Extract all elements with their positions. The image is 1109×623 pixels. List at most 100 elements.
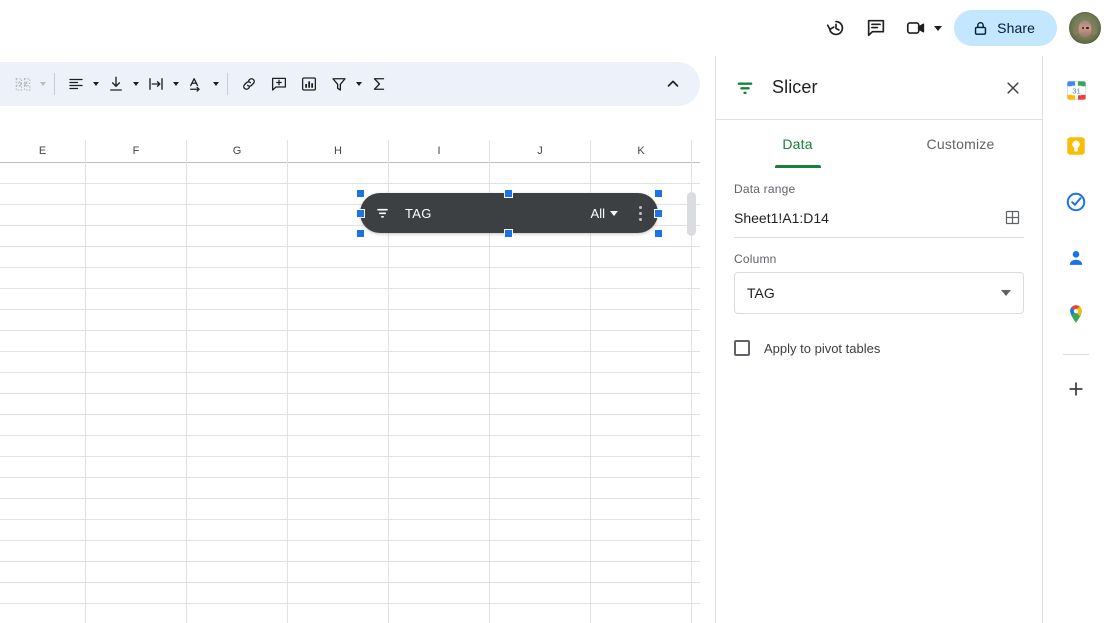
grid-cell[interactable] xyxy=(86,457,187,478)
grid-row[interactable] xyxy=(0,604,700,623)
grid-cell[interactable] xyxy=(389,352,490,373)
grid-cell[interactable] xyxy=(187,268,288,289)
grid-cell[interactable] xyxy=(0,247,86,268)
grid-cell[interactable] xyxy=(187,352,288,373)
grid-cell[interactable] xyxy=(591,520,692,541)
grid-cell[interactable] xyxy=(591,373,692,394)
grid-cell[interactable] xyxy=(187,520,288,541)
grid-cell[interactable] xyxy=(490,163,591,184)
grid-cell[interactable] xyxy=(0,289,86,310)
grid-cell[interactable] xyxy=(0,310,86,331)
grid-cell[interactable] xyxy=(86,289,187,310)
grid-cell[interactable] xyxy=(389,436,490,457)
grid-row[interactable] xyxy=(0,163,700,184)
grid-cell[interactable] xyxy=(591,415,692,436)
grid-cell[interactable] xyxy=(187,415,288,436)
select-data-range-button[interactable] xyxy=(1000,206,1024,230)
create-filter-button[interactable] xyxy=(324,69,354,99)
grid-cell[interactable] xyxy=(86,247,187,268)
grid-cell[interactable] xyxy=(0,268,86,289)
rail-item-google-keep[interactable] xyxy=(1056,126,1096,166)
grid-cell[interactable] xyxy=(490,331,591,352)
grid-cell[interactable] xyxy=(591,436,692,457)
grid-row[interactable] xyxy=(0,520,700,541)
grid-cell[interactable] xyxy=(86,436,187,457)
grid-cell[interactable] xyxy=(86,373,187,394)
grid-cell[interactable] xyxy=(86,163,187,184)
grid-cell[interactable] xyxy=(389,373,490,394)
grid-cell[interactable] xyxy=(86,499,187,520)
rail-item-google-contacts[interactable] xyxy=(1056,238,1096,278)
grid-cell[interactable] xyxy=(187,373,288,394)
comments-button[interactable] xyxy=(856,8,896,48)
slicer-widget[interactable]: TAG All xyxy=(360,193,658,233)
grid-cell[interactable] xyxy=(0,604,86,623)
grid-cell[interactable] xyxy=(490,268,591,289)
vertical-scrollbar[interactable] xyxy=(687,192,696,236)
grid-cell[interactable] xyxy=(187,436,288,457)
grid-cell[interactable] xyxy=(389,394,490,415)
resize-handle-middle-left[interactable] xyxy=(356,209,365,218)
grid-cell[interactable] xyxy=(389,415,490,436)
grid-cell[interactable] xyxy=(591,331,692,352)
grid-cell[interactable] xyxy=(490,436,591,457)
grid-cell[interactable] xyxy=(187,478,288,499)
video-call-chevron-down-icon[interactable] xyxy=(934,26,942,31)
column-header-J[interactable]: J xyxy=(490,140,591,163)
grid-cell[interactable] xyxy=(86,205,187,226)
grid-cell[interactable] xyxy=(591,247,692,268)
close-panel-button[interactable] xyxy=(996,71,1030,105)
grid-cell[interactable] xyxy=(86,562,187,583)
grid-cell[interactable] xyxy=(288,268,389,289)
grid-cell[interactable] xyxy=(389,604,490,623)
grid-cell[interactable] xyxy=(0,415,86,436)
grid-cell[interactable] xyxy=(490,604,591,623)
grid-row[interactable] xyxy=(0,373,700,394)
grid-cell[interactable] xyxy=(86,478,187,499)
grid-cell[interactable] xyxy=(187,331,288,352)
grid-row[interactable] xyxy=(0,247,700,268)
vertical-align-chevron-down-icon[interactable] xyxy=(133,82,139,86)
grid-row[interactable] xyxy=(0,394,700,415)
column-header-F[interactable]: F xyxy=(86,140,187,163)
grid-cell[interactable] xyxy=(288,562,389,583)
grid-cell[interactable] xyxy=(288,247,389,268)
grid-cell[interactable] xyxy=(288,331,389,352)
grid-cell[interactable] xyxy=(490,457,591,478)
column-header-K[interactable]: K xyxy=(591,140,692,163)
resize-handle-top-right[interactable] xyxy=(654,189,663,198)
grid-cell[interactable] xyxy=(389,289,490,310)
grid-cell[interactable] xyxy=(591,394,692,415)
grid-cell[interactable] xyxy=(187,394,288,415)
grid-cell[interactable] xyxy=(0,562,86,583)
grid-cell[interactable] xyxy=(0,352,86,373)
grid-row[interactable] xyxy=(0,268,700,289)
grid-cell[interactable] xyxy=(288,583,389,604)
grid-cell[interactable] xyxy=(591,478,692,499)
grid-cell[interactable] xyxy=(288,478,389,499)
grid-cell[interactable] xyxy=(0,583,86,604)
grid-cell[interactable] xyxy=(288,415,389,436)
video-call-button[interactable] xyxy=(896,8,948,48)
grid-cell[interactable] xyxy=(490,352,591,373)
grid-row[interactable] xyxy=(0,415,700,436)
grid-row[interactable] xyxy=(0,562,700,583)
grid-cell[interactable] xyxy=(490,415,591,436)
column-header-G[interactable]: G xyxy=(187,140,288,163)
grid-cell[interactable] xyxy=(389,457,490,478)
grid-cell[interactable] xyxy=(86,268,187,289)
create-filter-chevron-down-icon[interactable] xyxy=(356,82,362,86)
grid-cell[interactable] xyxy=(187,604,288,623)
grid-cell[interactable] xyxy=(0,163,86,184)
tab-data[interactable]: Data xyxy=(716,120,879,168)
grid-cell[interactable] xyxy=(591,541,692,562)
resize-handle-bottom-center[interactable] xyxy=(504,229,513,238)
grid-row[interactable] xyxy=(0,310,700,331)
grid-row[interactable] xyxy=(0,436,700,457)
text-wrapping-button[interactable] xyxy=(141,69,171,99)
rail-add-ons-button[interactable] xyxy=(1056,369,1096,409)
grid-cell[interactable] xyxy=(86,583,187,604)
grid-cell[interactable] xyxy=(389,310,490,331)
grid-cell[interactable] xyxy=(591,352,692,373)
rail-item-google-maps[interactable] xyxy=(1056,294,1096,334)
